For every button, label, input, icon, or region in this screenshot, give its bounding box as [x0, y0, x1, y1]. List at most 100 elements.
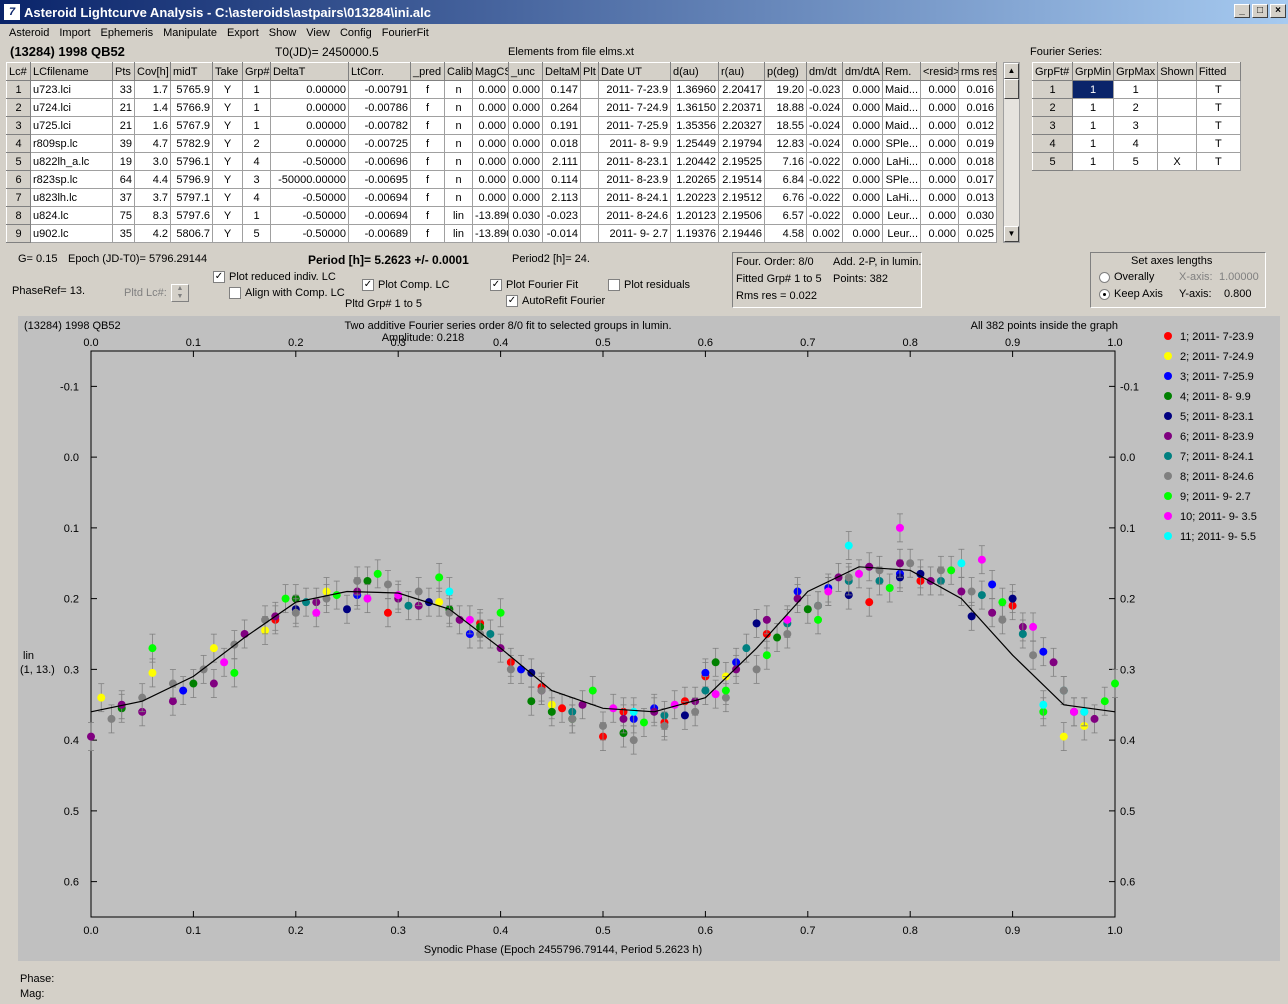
table-cell[interactable]: 4.2 [134, 224, 171, 243]
table-cell[interactable]: 2.19525 [718, 152, 765, 171]
table-cell[interactable]: -0.00689 [348, 224, 411, 243]
table-cell[interactable]: 0.000 [842, 170, 883, 189]
table-cell[interactable]: -0.50000 [270, 152, 349, 171]
fourier-column-header[interactable]: GrpMin [1071, 62, 1115, 81]
table-cell[interactable]: 0.000 [842, 206, 883, 225]
table-cell[interactable]: 5796.9 [170, 170, 213, 189]
table-cell[interactable]: 0.000 [842, 116, 883, 135]
table-cell[interactable]: -13.890 [472, 224, 509, 243]
column-header[interactable]: _pred [410, 62, 445, 81]
table-cell[interactable]: -0.014 [542, 224, 581, 243]
y-axis-value[interactable]: 0.800 [1224, 288, 1252, 300]
fourier-series-table[interactable]: GrpFt# GrpMin GrpMax Shown Fitted 111T212T31… [1032, 62, 1241, 171]
table-cell[interactable]: 0.000 [920, 188, 959, 207]
fourier-cell[interactable] [1157, 80, 1197, 99]
table-cell[interactable]: 7 [6, 188, 31, 207]
table-cell[interactable]: 0.017 [958, 170, 997, 189]
table-cell[interactable]: 0.264 [542, 98, 581, 117]
table-cell[interactable]: 18.88 [764, 98, 807, 117]
table-row[interactable]: 6 r823sp.lc 64 4.4 5796.9 Y 3 -50000.00000 -0.00… [6, 170, 997, 189]
table-cell[interactable]: 2011- 7-23.9 [598, 80, 671, 99]
table-cell[interactable]: f [410, 98, 445, 117]
table-cell[interactable]: 1.20265 [670, 170, 719, 189]
table-cell[interactable]: -0.00694 [348, 206, 411, 225]
table-cell[interactable]: 0.191 [542, 116, 581, 135]
table-cell[interactable]: 2.19794 [718, 134, 765, 153]
table-cell[interactable]: 0.000 [920, 134, 959, 153]
table-cell[interactable]: u725.lci [30, 116, 113, 135]
table-cell[interactable]: 0.00000 [270, 116, 349, 135]
table-cell[interactable] [580, 170, 599, 189]
fourier-cell[interactable]: T [1195, 98, 1241, 117]
table-cell[interactable]: 2 [6, 98, 31, 117]
table-cell[interactable]: -0.00696 [348, 152, 411, 171]
fourier-row[interactable]: 313 T [1032, 116, 1241, 135]
table-cell[interactable]: 8.3 [134, 206, 171, 225]
table-cell[interactable]: -0.022 [806, 206, 843, 225]
table-row[interactable]: 5 u822lh_a.lc 19 3.0 5796.1 Y 4 -0.50000 -0.0069… [6, 152, 997, 171]
table-cell[interactable]: 2011- 9- 2.7 [598, 224, 671, 243]
table-cell[interactable]: -0.022 [806, 152, 843, 171]
table-cell[interactable]: n [444, 188, 473, 207]
table-cell[interactable]: -0.00791 [348, 80, 411, 99]
table-cell[interactable]: -50000.00000 [270, 170, 349, 189]
table-cell[interactable]: 9 [6, 224, 31, 243]
table-cell[interactable]: Y [212, 80, 243, 99]
column-header[interactable]: Date UT [598, 62, 671, 81]
column-header[interactable]: Grp# [242, 62, 271, 81]
table-cell[interactable]: 18.55 [764, 116, 807, 135]
table-cell[interactable]: Y [212, 152, 243, 171]
column-header[interactable]: Pts [112, 62, 135, 81]
table-cell[interactable]: 1.35356 [670, 116, 719, 135]
table-cell[interactable]: Leur... [882, 206, 921, 225]
table-row[interactable]: 7 u823lh.lc 37 3.7 5797.1 Y 4 -0.50000 -0.00694 f… [6, 188, 997, 207]
column-header[interactable]: DeltaT [270, 62, 349, 81]
table-cell[interactable]: 37 [112, 188, 135, 207]
column-header[interactable]: p(deg) [764, 62, 807, 81]
table-cell[interactable]: 6.84 [764, 170, 807, 189]
table-cell[interactable]: 2.20371 [718, 98, 765, 117]
table-cell[interactable]: 12.83 [764, 134, 807, 153]
table-cell[interactable]: 0.030 [508, 224, 543, 243]
table-cell[interactable]: 0.000 [508, 98, 543, 117]
table-cell[interactable]: -0.50000 [270, 206, 349, 225]
table-cell[interactable]: 1.7 [134, 80, 171, 99]
plot-residuals-checkbox[interactable]: Plot residuals [608, 279, 690, 292]
table-cell[interactable]: 1 [6, 80, 31, 99]
column-header[interactable]: Take [212, 62, 243, 81]
plot-reduced-checkbox[interactable]: ✓ Plot reduced indiv. LC [213, 271, 336, 284]
table-cell[interactable]: 1.19376 [670, 224, 719, 243]
table-cell[interactable]: 0.00000 [270, 134, 349, 153]
table-cell[interactable]: 0.000 [472, 98, 509, 117]
fourier-cell[interactable]: X [1157, 152, 1197, 171]
table-row[interactable]: 8 u824.lc 75 8.3 5797.6 Y 1 -0.50000 -0.00694 f li… [6, 206, 997, 225]
table-cell[interactable]: 39 [112, 134, 135, 153]
table-cell[interactable]: 1.20123 [670, 206, 719, 225]
scroll-thumb[interactable] [1004, 79, 1019, 99]
menu-view[interactable]: View [301, 27, 335, 39]
table-cell[interactable]: 2011- 8-23.1 [598, 152, 671, 171]
table-cell[interactable]: f [410, 188, 445, 207]
table-cell[interactable]: 0.016 [958, 80, 997, 99]
table-cell[interactable]: 2.113 [542, 188, 581, 207]
fourier-cell[interactable]: 2 [1113, 98, 1159, 117]
column-header[interactable]: r(au) [718, 62, 765, 81]
fourier-cell[interactable]: 4 [1032, 134, 1073, 153]
table-cell[interactable]: 4 [242, 152, 271, 171]
column-header[interactable]: Cov[h] [134, 62, 171, 81]
fourier-cell[interactable]: 1 [1071, 152, 1115, 171]
table-row[interactable]: 1 u723.lci 33 1.7 5765.9 Y 1 0.00000 -0.00791 f n 0… [6, 80, 997, 99]
pltd-lc-spinner[interactable]: ▲ ▼ [171, 284, 189, 302]
table-cell[interactable]: 0.000 [842, 80, 883, 99]
table-cell[interactable]: 2011- 8- 9.9 [598, 134, 671, 153]
column-header[interactable]: d(au) [670, 62, 719, 81]
table-cell[interactable]: 0.000 [508, 134, 543, 153]
table-cell[interactable]: lin [444, 224, 473, 243]
table-cell[interactable]: -0.024 [806, 134, 843, 153]
table-cell[interactable]: LaHi... [882, 188, 921, 207]
table-cell[interactable]: Y [212, 224, 243, 243]
table-cell[interactable]: 21 [112, 116, 135, 135]
fourier-cell[interactable]: 1 [1032, 80, 1073, 99]
fourier-cell[interactable]: T [1195, 116, 1241, 135]
fourier-row[interactable]: 515XT [1032, 152, 1241, 171]
